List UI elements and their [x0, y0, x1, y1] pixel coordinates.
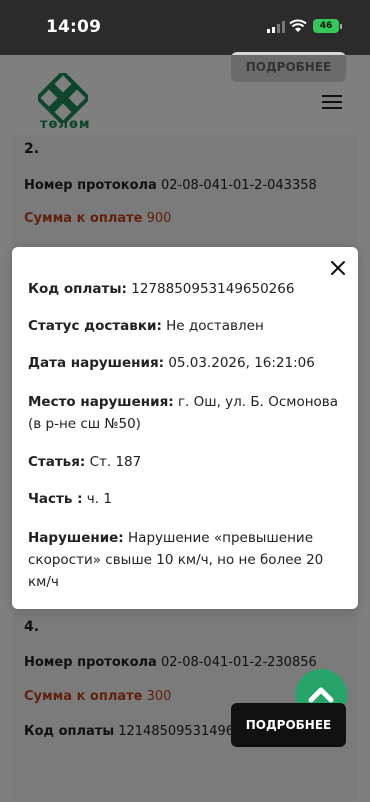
payment-code-value: 1278850953149650266 [131, 281, 295, 297]
battery-icon: 46 [313, 19, 339, 33]
status-bar: 14:09 46 [0, 0, 370, 55]
close-icon[interactable] [329, 259, 347, 277]
payment-code-label: Код оплаты: [28, 281, 127, 297]
violation-place-label: Место нарушения: [28, 394, 174, 410]
violation-place-row: Место нарушения: г. Ош, ул. Б. Осмонова … [28, 391, 346, 435]
status-time: 14:09 [46, 17, 102, 37]
details-modal: Код оплаты: 1278850953149650266 Статус д… [12, 247, 358, 609]
article-value: Ст. 187 [89, 454, 142, 470]
violation-label: Нарушение: [28, 530, 124, 546]
part-label: Часть : [28, 491, 83, 507]
article-label: Статья: [28, 454, 86, 470]
violation-date-label: Дата нарушения: [28, 355, 165, 371]
article-row: Статья: Ст. 187 [28, 451, 346, 473]
details-button[interactable]: ПОДРОБНЕЕ [231, 703, 346, 747]
delivery-status-value: Не доставлен [166, 318, 264, 334]
delivery-status-label: Статус доставки: [28, 318, 162, 334]
delivery-status-row: Статус доставки: Не доставлен [28, 315, 346, 337]
part-value: ч. 1 [86, 491, 112, 507]
violation-date-value: 05.03.2026, 16:21:06 [168, 355, 315, 371]
battery-nub [340, 24, 342, 29]
signal-icon [267, 21, 285, 33]
payment-code-row: Код оплаты: 1278850953149650266 [28, 278, 346, 300]
violation-row: Нарушение: Нарушение «превышение скорост… [28, 527, 346, 593]
part-row: Часть : ч. 1 [28, 488, 346, 510]
wifi-icon [289, 19, 307, 32]
violation-date-row: Дата нарушения: 05.03.2026, 16:21:06 [28, 352, 346, 374]
